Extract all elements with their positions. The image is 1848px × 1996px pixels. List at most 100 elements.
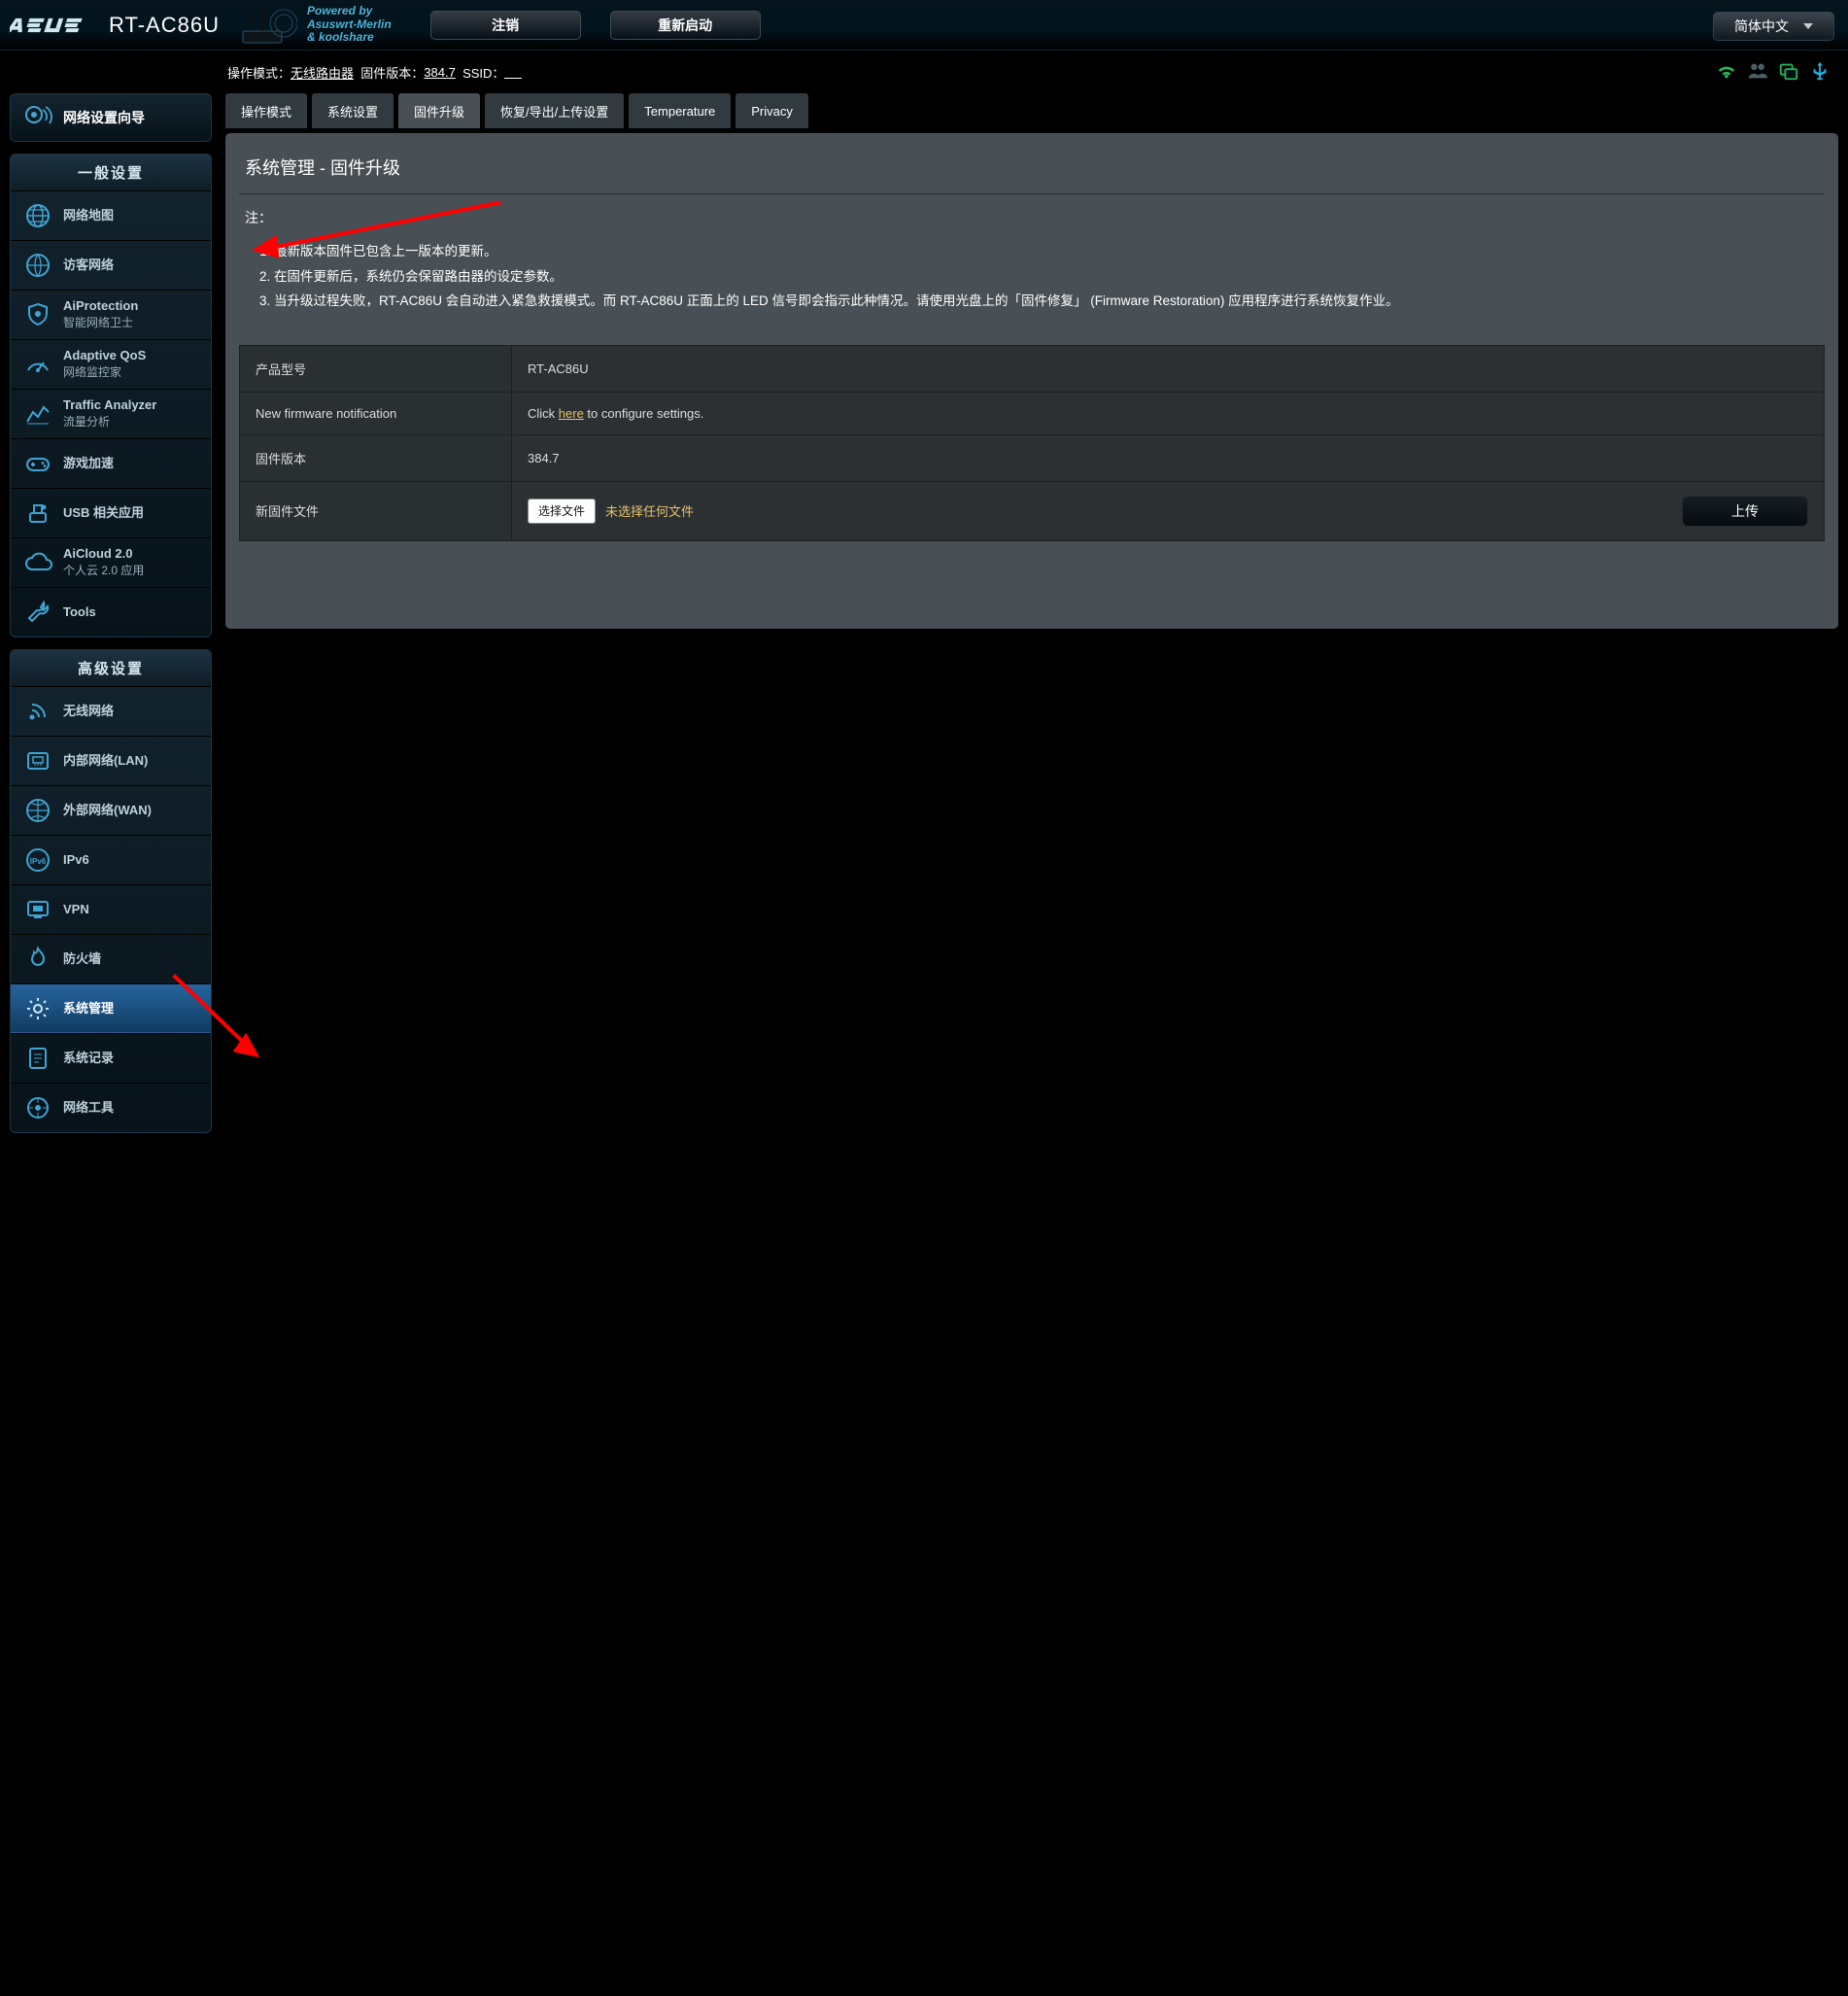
sidebar-item-sublabel: 网络监控家	[63, 363, 146, 380]
qis-button[interactable]: 网络设置向导	[10, 93, 212, 142]
gear-icon	[24, 995, 51, 1022]
sidebar-item-label: 系统记录	[63, 1050, 114, 1066]
tab-operation-mode[interactable]: 操作模式	[225, 93, 307, 128]
row-product-model-value: RT-AC86U	[512, 345, 1825, 392]
network-tools-icon	[24, 1094, 51, 1121]
notes-list: 最新版本固件已包含上一版本的更新。 在固件更新后，系统仍会保留路由器的设定参数。…	[239, 231, 1825, 326]
firmware-table: 产品型号 RT-AC86U New firmware notification …	[239, 345, 1825, 541]
chart-icon	[24, 400, 51, 428]
select-file-button[interactable]: 选择文件	[528, 499, 596, 524]
sidebar-item-label: Adaptive QoS	[63, 348, 146, 362]
top-buttons: 注销 重新启动	[430, 11, 761, 40]
here-link[interactable]: here	[559, 406, 584, 421]
file-row: 选择文件 未选择任何文件 上传	[528, 496, 1808, 527]
sidebar-item-label: 系统管理	[63, 1001, 114, 1016]
sidebar-item-lan[interactable]: 内部网络(LAN)	[11, 736, 211, 785]
sidebar-item-tools[interactable]: Tools	[11, 587, 211, 637]
op-mode-label: 操作模式：	[227, 63, 291, 82]
fw-value[interactable]: 384.7	[424, 65, 456, 80]
sidebar-item-network-map[interactable]: 网络地图	[11, 190, 211, 240]
sidebar-item-aicloud[interactable]: AiCloud 2.0个人云 2.0 应用	[11, 537, 211, 587]
logo-group: RT-AC86U Powered by Asuswrt-Merlin & koo…	[10, 4, 392, 47]
gauge-icon	[24, 351, 51, 378]
asus-logo-icon	[10, 13, 99, 38]
powered-by-text: Powered by Asuswrt-Merlin & koolshare	[307, 5, 392, 45]
firewall-icon	[25, 946, 51, 973]
sidebar-item-label: Traffic Analyzer	[63, 397, 156, 412]
usb-icon[interactable]	[1809, 60, 1831, 82]
sidebar-item-administration[interactable]: 系统管理	[11, 983, 211, 1033]
sidebar-item-label: AiProtection	[63, 298, 138, 313]
sidebar-item-label: 外部网络(WAN)	[63, 803, 152, 818]
row-new-fw-file-label: 新固件文件	[240, 481, 512, 540]
sidebar-item-label: USB 相关应用	[63, 505, 144, 521]
wifi-signal-icon	[24, 698, 51, 725]
sidebar-item-aiprotection[interactable]: AiProtection智能网络卫士	[11, 290, 211, 339]
sidebar: 网络设置向导 一般设置 网络地图 访客网络 AiProtection智能网络卫士	[10, 93, 212, 1145]
chevron-down-icon	[1803, 23, 1813, 29]
sidebar-item-label: 无线网络	[63, 704, 114, 719]
notes-title: 注：	[239, 204, 1825, 231]
note-item: 最新版本固件已包含上一版本的更新。	[274, 239, 1825, 264]
tab-privacy[interactable]: Privacy	[736, 93, 808, 128]
row-fw-version-label: 固件版本	[240, 434, 512, 481]
sidebar-item-guest-network[interactable]: 访客网络	[11, 240, 211, 290]
status-bar: 操作模式： 无线路由器 固件版本： 384.7 SSID：	[0, 51, 1848, 93]
sidebar-advanced-title: 高级设置	[11, 650, 211, 686]
log-icon	[25, 1045, 51, 1072]
globe-wifi-icon	[24, 252, 51, 279]
sidebar-item-adaptive-qos[interactable]: Adaptive QoS网络监控家	[11, 339, 211, 389]
tab-system[interactable]: 系统设置	[312, 93, 394, 128]
sidebar-general: 一般设置 网络地图 访客网络 AiProtection智能网络卫士 Adapti…	[10, 154, 212, 637]
tab-restore-save[interactable]: 恢复/导出/上传设置	[485, 93, 624, 128]
logout-button[interactable]: 注销	[430, 11, 581, 40]
row-new-fw-notify-value: Click here to configure settings.	[512, 392, 1825, 434]
sidebar-item-system-log[interactable]: 系统记录	[11, 1033, 211, 1083]
wan-status-icon[interactable]	[1778, 60, 1799, 82]
sidebar-item-sublabel: 个人云 2.0 应用	[63, 562, 144, 578]
panel-firmware-upgrade: 系统管理 - 固件升级 注： 最新版本固件已包含上一版本的更新。 在固件更新后，…	[225, 133, 1838, 629]
globe-icon	[24, 202, 51, 229]
content-area: 操作模式 系统设置 固件升级 恢复/导出/上传设置 Temperature Pr…	[225, 93, 1838, 1145]
model-name: RT-AC86U	[109, 13, 220, 38]
no-file-text: 未选择任何文件	[605, 501, 694, 520]
upload-button[interactable]: 上传	[1682, 496, 1808, 527]
sidebar-item-game-boost[interactable]: 游戏加速	[11, 438, 211, 488]
wifi-icon[interactable]	[1716, 60, 1737, 82]
sidebar-item-label: 游戏加速	[63, 456, 114, 471]
language-select[interactable]: 简体中文	[1713, 12, 1834, 41]
sidebar-item-network-tools[interactable]: 网络工具	[11, 1083, 211, 1132]
svg-text:IPv6: IPv6	[30, 857, 47, 866]
clients-icon[interactable]	[1747, 60, 1768, 82]
row-product-model-label: 产品型号	[240, 345, 512, 392]
sidebar-item-wan[interactable]: 外部网络(WAN)	[11, 785, 211, 835]
sidebar-item-label: 防火墙	[63, 951, 101, 967]
ssid-value[interactable]	[504, 66, 522, 79]
tab-temperature[interactable]: Temperature	[629, 93, 731, 128]
tab-firmware-upgrade[interactable]: 固件升级	[398, 93, 480, 128]
sidebar-item-usb-app[interactable]: USB 相关应用	[11, 488, 211, 537]
shield-icon	[24, 301, 51, 328]
fw-label: 固件版本：	[360, 63, 424, 82]
sidebar-general-title: 一般设置	[11, 155, 211, 190]
tail-text: to configure settings.	[584, 406, 704, 421]
wrench-icon	[25, 600, 51, 625]
sidebar-item-label: IPv6	[63, 852, 89, 868]
top-bar: RT-AC86U Powered by Asuswrt-Merlin & koo…	[0, 0, 1848, 51]
sidebar-item-traffic-analyzer[interactable]: Traffic Analyzer流量分析	[11, 389, 211, 438]
sidebar-item-wireless[interactable]: 无线网络	[11, 686, 211, 736]
vpn-icon	[24, 896, 51, 923]
sidebar-item-label: Tools	[63, 604, 96, 620]
sidebar-item-label: 访客网络	[63, 258, 114, 273]
sidebar-item-vpn[interactable]: VPN	[11, 884, 211, 934]
sidebar-item-label: 网络工具	[63, 1100, 114, 1116]
op-mode-value[interactable]: 无线路由器	[291, 63, 354, 82]
sidebar-item-firewall[interactable]: 防火墙	[11, 934, 211, 983]
router-icon	[229, 4, 297, 47]
reboot-button[interactable]: 重新启动	[610, 11, 761, 40]
panel-title: 系统管理 - 固件升级	[239, 147, 1825, 193]
note-item: 在固件更新后，系统仍会保留路由器的设定参数。	[274, 264, 1825, 290]
sidebar-item-sublabel: 流量分析	[63, 413, 156, 430]
sidebar-item-label: VPN	[63, 902, 89, 917]
sidebar-item-ipv6[interactable]: IPv6 IPv6	[11, 835, 211, 884]
